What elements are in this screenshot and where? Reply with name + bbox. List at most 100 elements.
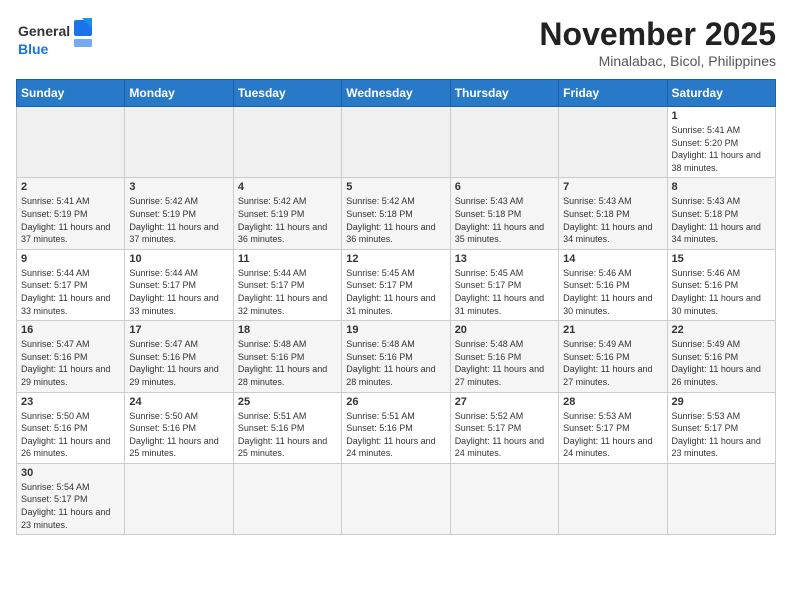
cell-content: Sunrise: 5:48 AMSunset: 5:16 PMDaylight:…: [455, 338, 554, 388]
day-number: 15: [672, 253, 771, 265]
page-header: General Blue November 2025 Minalabac, Bi…: [16, 16, 776, 69]
calendar-week-4: 23Sunrise: 5:50 AMSunset: 5:16 PMDayligh…: [17, 392, 776, 463]
calendar-cell: 10Sunrise: 5:44 AMSunset: 5:17 PMDayligh…: [125, 249, 233, 320]
cell-content: Sunrise: 5:41 AMSunset: 5:20 PMDaylight:…: [672, 124, 771, 174]
calendar-cell: 5 Sunrise: 5:42 AMSunset: 5:18 PMDaylight…: [342, 178, 450, 249]
cell-content: Sunrise: 5:44 AMSunset: 5:17 PMDaylight:…: [21, 267, 120, 317]
day-number: 25: [238, 396, 337, 408]
calendar-week-5: 30 Sunrise: 5:54 AMSunset: 5:17 PMDayligh…: [17, 463, 776, 534]
calendar-cell: 19 Sunrise: 5:48 AMSunset: 5:16 PMDayligh…: [342, 321, 450, 392]
day-number: 3: [129, 181, 228, 193]
logo: General Blue: [16, 16, 96, 66]
cell-content: Sunrise: 5:42 AMSunset: 5:19 PMDaylight:…: [129, 195, 228, 245]
day-header-sunday: Sunday: [17, 80, 125, 107]
calendar-week-3: 16Sunrise: 5:47 AMSunset: 5:16 PMDayligh…: [17, 321, 776, 392]
calendar-cell: 6Sunrise: 5:43 AMSunset: 5:18 PMDaylight…: [450, 178, 558, 249]
calendar-cell: [559, 463, 667, 534]
cell-content: Sunrise: 5:51 AMSunset: 5:16 PMDaylight:…: [238, 410, 337, 460]
day-number: 27: [455, 396, 554, 408]
day-number: 24: [129, 396, 228, 408]
calendar-cell: [125, 107, 233, 178]
day-header-monday: Monday: [125, 80, 233, 107]
svg-text:Blue: Blue: [18, 41, 49, 57]
cell-content: Sunrise: 5:49 AMSunset: 5:16 PMDaylight:…: [563, 338, 662, 388]
calendar-cell: [667, 463, 775, 534]
day-number: 2: [21, 181, 120, 193]
calendar-cell: 22Sunrise: 5:49 AMSunset: 5:16 PMDayligh…: [667, 321, 775, 392]
day-number: 1: [672, 110, 771, 122]
calendar-body: 1 Sunrise: 5:41 AMSunset: 5:20 PMDaylight…: [17, 107, 776, 535]
cell-content: Sunrise: 5:46 AMSunset: 5:16 PMDaylight:…: [672, 267, 771, 317]
calendar-cell: 25 Sunrise: 5:51 AMSunset: 5:16 PMDayligh…: [233, 392, 341, 463]
day-header-saturday: Saturday: [667, 80, 775, 107]
calendar-cell: 9Sunrise: 5:44 AMSunset: 5:17 PMDaylight…: [17, 249, 125, 320]
day-number: 5: [346, 181, 445, 193]
day-number: 8: [672, 181, 771, 193]
cell-content: Sunrise: 5:50 AMSunset: 5:16 PMDaylight:…: [129, 410, 228, 460]
calendar-cell: [233, 107, 341, 178]
day-number: 11: [238, 253, 337, 265]
calendar-cell: 8Sunrise: 5:43 AMSunset: 5:18 PMDaylight…: [667, 178, 775, 249]
svg-text:General: General: [18, 23, 70, 39]
calendar-cell: 17Sunrise: 5:47 AMSunset: 5:16 PMDayligh…: [125, 321, 233, 392]
calendar-cell: 28 Sunrise: 5:53 AMSunset: 5:17 PMDayligh…: [559, 392, 667, 463]
calendar-week-2: 9Sunrise: 5:44 AMSunset: 5:17 PMDaylight…: [17, 249, 776, 320]
calendar-cell: [17, 107, 125, 178]
cell-content: Sunrise: 5:53 AMSunset: 5:17 PMDaylight:…: [672, 410, 771, 460]
cell-content: Sunrise: 5:48 AMSunset: 5:16 PMDaylight:…: [346, 338, 445, 388]
day-number: 13: [455, 253, 554, 265]
cell-content: Sunrise: 5:45 AMSunset: 5:17 PMDaylight:…: [346, 267, 445, 317]
calendar-week-1: 2 Sunrise: 5:41 AMSunset: 5:19 PMDaylight…: [17, 178, 776, 249]
cell-content: Sunrise: 5:53 AMSunset: 5:17 PMDaylight:…: [563, 410, 662, 460]
cell-content: Sunrise: 5:54 AMSunset: 5:17 PMDaylight:…: [21, 481, 120, 531]
calendar-cell: 14Sunrise: 5:46 AMSunset: 5:16 PMDayligh…: [559, 249, 667, 320]
calendar-cell: 26 Sunrise: 5:51 AMSunset: 5:16 PMDayligh…: [342, 392, 450, 463]
day-number: 29: [672, 396, 771, 408]
cell-content: Sunrise: 5:51 AMSunset: 5:16 PMDaylight:…: [346, 410, 445, 460]
calendar-cell: [125, 463, 233, 534]
cell-content: Sunrise: 5:43 AMSunset: 5:18 PMDaylight:…: [563, 195, 662, 245]
day-number: 20: [455, 324, 554, 336]
day-number: 22: [672, 324, 771, 336]
cell-content: Sunrise: 5:44 AMSunset: 5:17 PMDaylight:…: [129, 267, 228, 317]
month-title: November 2025: [539, 16, 776, 53]
calendar-cell: 2 Sunrise: 5:41 AMSunset: 5:19 PMDaylight…: [17, 178, 125, 249]
cell-content: Sunrise: 5:44 AMSunset: 5:17 PMDaylight:…: [238, 267, 337, 317]
calendar-cell: [342, 107, 450, 178]
calendar-cell: 4Sunrise: 5:42 AMSunset: 5:19 PMDaylight…: [233, 178, 341, 249]
day-number: 28: [563, 396, 662, 408]
calendar-week-0: 1 Sunrise: 5:41 AMSunset: 5:20 PMDaylight…: [17, 107, 776, 178]
calendar-cell: 18 Sunrise: 5:48 AMSunset: 5:16 PMDayligh…: [233, 321, 341, 392]
calendar-cell: 20 Sunrise: 5:48 AMSunset: 5:16 PMDayligh…: [450, 321, 558, 392]
day-header-wednesday: Wednesday: [342, 80, 450, 107]
calendar-cell: 21Sunrise: 5:49 AMSunset: 5:16 PMDayligh…: [559, 321, 667, 392]
day-number: 30: [21, 467, 120, 479]
logo-svg: General Blue: [16, 16, 96, 66]
calendar-cell: 1 Sunrise: 5:41 AMSunset: 5:20 PMDaylight…: [667, 107, 775, 178]
day-header-thursday: Thursday: [450, 80, 558, 107]
cell-content: Sunrise: 5:42 AMSunset: 5:18 PMDaylight:…: [346, 195, 445, 245]
calendar-cell: 13 Sunrise: 5:45 AMSunset: 5:17 PMDayligh…: [450, 249, 558, 320]
day-number: 12: [346, 253, 445, 265]
location-subtitle: Minalabac, Bicol, Philippines: [539, 53, 776, 69]
day-number: 18: [238, 324, 337, 336]
calendar-cell: 16Sunrise: 5:47 AMSunset: 5:16 PMDayligh…: [17, 321, 125, 392]
cell-content: Sunrise: 5:48 AMSunset: 5:16 PMDaylight:…: [238, 338, 337, 388]
calendar-cell: [559, 107, 667, 178]
cell-content: Sunrise: 5:43 AMSunset: 5:18 PMDaylight:…: [455, 195, 554, 245]
calendar-cell: 23Sunrise: 5:50 AMSunset: 5:16 PMDayligh…: [17, 392, 125, 463]
calendar-cell: 7 Sunrise: 5:43 AMSunset: 5:18 PMDaylight…: [559, 178, 667, 249]
cell-content: Sunrise: 5:45 AMSunset: 5:17 PMDaylight:…: [455, 267, 554, 317]
header-row: SundayMondayTuesdayWednesdayThursdayFrid…: [17, 80, 776, 107]
calendar-cell: 27Sunrise: 5:52 AMSunset: 5:17 PMDayligh…: [450, 392, 558, 463]
day-header-friday: Friday: [559, 80, 667, 107]
day-number: 17: [129, 324, 228, 336]
day-number: 14: [563, 253, 662, 265]
calendar-cell: [450, 463, 558, 534]
calendar-header: SundayMondayTuesdayWednesdayThursdayFrid…: [17, 80, 776, 107]
calendar-cell: 3 Sunrise: 5:42 AMSunset: 5:19 PMDaylight…: [125, 178, 233, 249]
day-number: 26: [346, 396, 445, 408]
day-number: 19: [346, 324, 445, 336]
day-number: 7: [563, 181, 662, 193]
cell-content: Sunrise: 5:41 AMSunset: 5:19 PMDaylight:…: [21, 195, 120, 245]
